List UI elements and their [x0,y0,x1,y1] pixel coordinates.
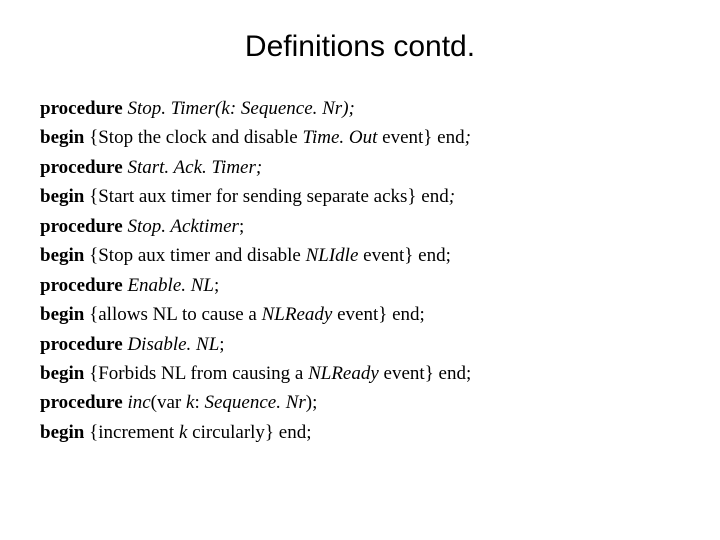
proc-name: Stop. Timer(k: Sequence. Nr); [127,98,354,119]
kw-begin: begin [40,245,89,266]
text: {allows NL to cause a [89,304,262,325]
kw-procedure: procedure [40,392,127,413]
text: ; [214,275,219,296]
proc-name: Disable. NL [127,334,219,355]
kw-begin: begin [40,304,89,325]
code-line: begin {increment k circularly} end; [40,418,680,447]
event-name: NLReady [308,363,379,384]
code-line: procedure inc(var k: Sequence. Nr); [40,388,680,417]
kw-procedure: procedure [40,275,127,296]
code-line: procedure Stop. Acktimer; [40,212,680,241]
code-line: procedure Stop. Timer(k: Sequence. Nr); [40,94,680,123]
text: {increment [89,422,179,443]
kw-procedure: procedure [40,98,127,119]
text: {Stop aux timer and disable [89,245,306,266]
code-line: procedure Start. Ack. Timer; [40,153,680,182]
code-line: procedure Disable. NL; [40,330,680,359]
kw-begin: begin [40,422,89,443]
event-name: Time. Out [302,127,377,148]
text: ); [306,392,318,413]
code-line: begin {Forbids NL from causing a NLReady… [40,359,680,388]
type-name: Sequence. Nr [204,392,305,413]
proc-name: Stop. Acktimer [127,216,239,237]
text: (var [151,392,186,413]
slide-body: procedure Stop. Timer(k: Sequence. Nr); … [40,94,680,447]
kw-procedure: procedure [40,216,127,237]
kw-procedure: procedure [40,157,127,178]
text: event} end [377,127,464,148]
text: ; [449,186,455,207]
slide-title: Definitions contd. [40,30,680,64]
code-line: begin {Stop the clock and disable Time. … [40,123,680,152]
text: {Start aux timer for sending separate ac… [89,186,449,207]
text: event} end; [332,304,424,325]
code-line: procedure Enable. NL; [40,271,680,300]
text: event} end; [379,363,471,384]
text: ; [219,334,224,355]
proc-name: Start. Ack. Timer; [127,157,262,178]
text: ; [239,216,244,237]
code-line: begin {Start aux timer for sending separ… [40,182,680,211]
text: {Stop the clock and disable [89,127,302,148]
text: {Forbids NL from causing a [89,363,308,384]
code-line: begin {allows NL to cause a NLReady even… [40,300,680,329]
event-name: NLIdle [306,245,359,266]
proc-name: inc [127,392,150,413]
event-name: NLReady [262,304,333,325]
kw-begin: begin [40,186,89,207]
code-line: begin {Stop aux timer and disable NLIdle… [40,241,680,270]
proc-name: Enable. NL [127,275,214,296]
text: circularly} end; [187,422,311,443]
kw-begin: begin [40,127,89,148]
text: ; [465,127,471,148]
text: : [194,392,204,413]
kw-begin: begin [40,363,89,384]
text: event} end; [358,245,450,266]
slide: Definitions contd. procedure Stop. Timer… [0,0,720,540]
kw-procedure: procedure [40,334,127,355]
